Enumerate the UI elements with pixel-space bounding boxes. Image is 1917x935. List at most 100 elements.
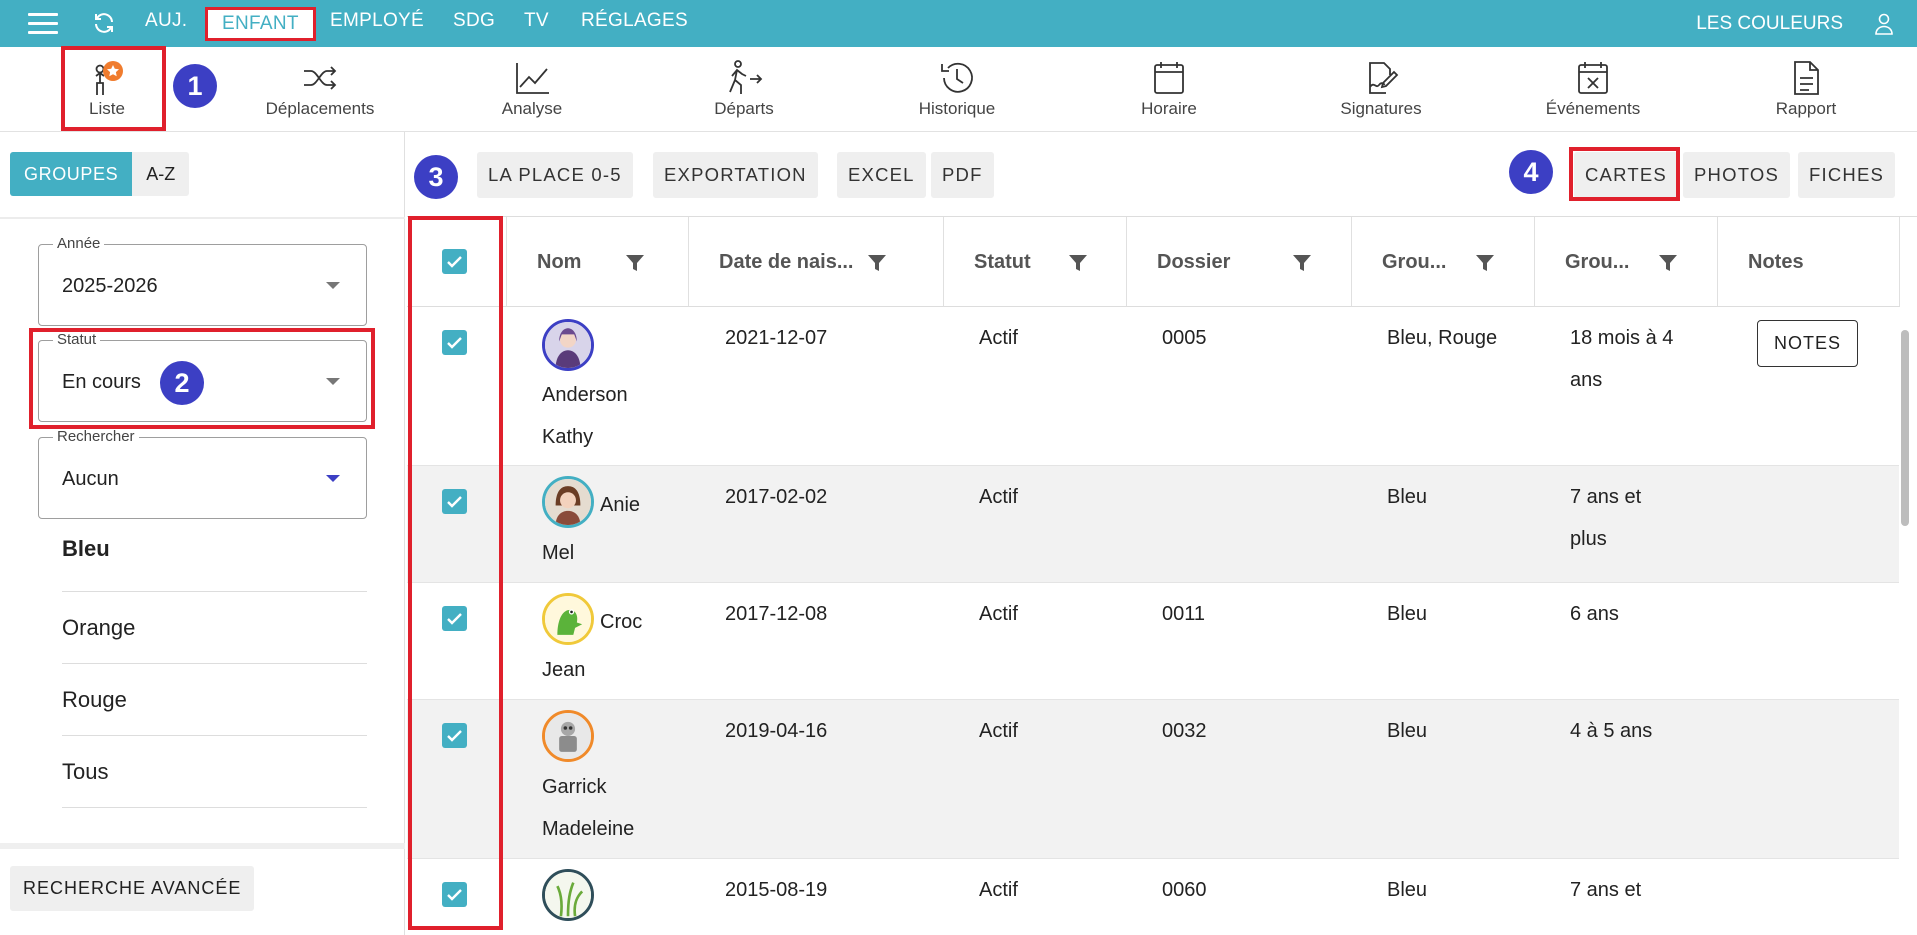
history-icon: [941, 62, 973, 93]
sub-toolbar: Liste Déplacements Analyse Départs Histo…: [0, 47, 1917, 132]
child-first-name: Garrick: [542, 776, 607, 798]
child-dossier: 0032: [1162, 720, 1207, 742]
divider: [0, 843, 405, 849]
child-statut: Actif: [979, 720, 1018, 742]
photos-button[interactable]: PHOTOS: [1683, 152, 1790, 198]
action-bar: LA PLACE 0-5 EXPORTATION EXCEL PDF CARTE…: [407, 132, 1917, 217]
annee-label: Année: [53, 235, 105, 252]
refresh-icon[interactable]: [92, 11, 116, 35]
fiches-button[interactable]: FICHES: [1798, 152, 1896, 198]
group-item-orange[interactable]: Orange: [62, 592, 367, 664]
child-dob: 2019-04-16: [725, 720, 828, 742]
column-title: Grou...: [1382, 251, 1447, 273]
child-last-name: Madeleine: [542, 818, 635, 840]
column-title: Nom: [537, 251, 582, 273]
az-toggle[interactable]: A-Z: [132, 152, 190, 196]
org-name[interactable]: LES COULEURS: [1696, 13, 1843, 35]
annee-value: 2025-2026: [62, 275, 158, 297]
table-row[interactable]: Anie Mel 2017-02-02 Actif Bleu 7 ans et …: [407, 466, 1900, 583]
user-icon[interactable]: [1874, 13, 1894, 35]
subnav-label: Départs: [714, 99, 774, 118]
table-row[interactable]: Croc Jean 2017-12-08 Actif 0011 Bleu 6 a…: [407, 583, 1900, 700]
column-title: Date de nais...: [719, 251, 854, 273]
exportation-button[interactable]: EXPORTATION: [653, 152, 818, 198]
child-last-name: Jean: [542, 659, 586, 681]
column-header-notes: Notes: [1718, 217, 1900, 307]
la-place-button[interactable]: LA PLACE 0-5: [477, 152, 633, 198]
app-window: AUJ. ENFANT EMPLOYÉ SDG TV RÉGLAGES LES …: [0, 0, 1917, 935]
subnav-label: Signatures: [1340, 99, 1422, 118]
child-age-group-cont: plus: [1570, 528, 1607, 550]
rechercher-select[interactable]: Rechercher Aucun: [38, 428, 367, 519]
signature-icon: [1369, 62, 1399, 94]
filter-icon[interactable]: [867, 253, 887, 273]
nav-sdg[interactable]: SDG: [453, 10, 495, 32]
child-dob: 2021-12-07: [725, 327, 828, 349]
column-header-groupe[interactable]: Grou...: [1352, 217, 1535, 307]
child-age-group: 7 ans et: [1570, 486, 1642, 508]
step-badge-2: 2: [160, 361, 204, 405]
column-header-date[interactable]: Date de nais...: [689, 217, 944, 307]
nav-enfant[interactable]: ENFANT: [205, 7, 316, 41]
subnav-label: Déplacements: [265, 99, 375, 118]
excel-button[interactable]: EXCEL: [837, 152, 926, 198]
child-groupe: Bleu, Rouge: [1387, 327, 1498, 349]
filter-icon[interactable]: [1475, 253, 1495, 273]
child-first-name: Anderson: [542, 384, 628, 406]
child-dob: 2017-12-08: [725, 603, 828, 625]
column-header-groupe-age[interactable]: Grou...: [1535, 217, 1718, 307]
filter-icon[interactable]: [1658, 253, 1678, 273]
subnav-label: Rapport: [1775, 99, 1837, 118]
subnav-departs[interactable]: Départs: [654, 59, 834, 127]
view-toggle: GROUPES A-Z: [10, 152, 190, 196]
subnav-label: Événements: [1545, 99, 1641, 118]
table-row[interactable]: Garrick Madeleine 2019-04-16 Actif 0032 …: [407, 700, 1900, 859]
child-last-name: Kathy: [542, 426, 594, 448]
child-statut: Actif: [979, 879, 1018, 901]
group-item-rouge[interactable]: Rouge: [62, 664, 367, 736]
table-row[interactable]: 2015-08-19 Actif 0060 Bleu 7 ans et: [407, 859, 1900, 935]
scrollbar-thumb[interactable]: [1901, 330, 1909, 526]
advanced-search-button[interactable]: RECHERCHE AVANCÉE: [10, 866, 255, 911]
step-badge-4: 4: [1509, 150, 1553, 194]
column-header-dossier[interactable]: Dossier: [1127, 217, 1352, 307]
line-chart-icon: [516, 63, 549, 94]
group-item-tous[interactable]: Tous: [62, 736, 367, 808]
child-age-group: 6 ans: [1570, 603, 1619, 625]
subnav-rapport[interactable]: Rapport: [1716, 59, 1896, 127]
column-header-statut[interactable]: Statut: [944, 217, 1127, 307]
highlight-box-liste: [61, 46, 166, 131]
subnav-evenements[interactable]: Événements: [1503, 59, 1683, 127]
notes-button[interactable]: NOTES: [1757, 320, 1859, 367]
nav-reglages[interactable]: RÉGLAGES: [581, 10, 688, 32]
nav-auj[interactable]: AUJ.: [145, 10, 187, 32]
child-dob: 2015-08-19: [725, 879, 828, 901]
chevron-down-icon: [326, 475, 340, 482]
group-item-bleu[interactable]: Bleu: [62, 528, 367, 592]
subnav-signatures[interactable]: Signatures: [1291, 59, 1471, 127]
nav-tv[interactable]: TV: [524, 10, 549, 32]
filter-icon[interactable]: [1292, 253, 1312, 273]
child-age-group: 4 à 5 ans: [1570, 720, 1653, 742]
child-first-name: Croc: [600, 611, 643, 633]
groupes-toggle[interactable]: GROUPES: [10, 152, 133, 196]
annee-select[interactable]: Année 2025-2026: [38, 235, 367, 326]
filter-icon[interactable]: [1068, 253, 1088, 273]
column-header-nom[interactable]: Nom: [507, 217, 689, 307]
subnav-deplacements[interactable]: Déplacements: [230, 59, 410, 127]
filter-icon[interactable]: [625, 253, 645, 273]
subnav-horaire[interactable]: Horaire: [1079, 59, 1259, 127]
column-title: Dossier: [1157, 251, 1231, 273]
calendar-x-icon: [1578, 62, 1608, 94]
child-groupe: Bleu: [1387, 486, 1428, 508]
avatar: [542, 869, 594, 921]
nav-employe[interactable]: EMPLOYÉ: [330, 10, 424, 32]
subnav-analyse[interactable]: Analyse: [442, 59, 622, 127]
pdf-button[interactable]: PDF: [931, 152, 994, 198]
child-first-name: Anie: [600, 494, 641, 516]
table-row[interactable]: Anderson Kathy 2021-12-07 Actif 0005 Ble…: [407, 307, 1900, 466]
subnav-label: Analyse: [501, 99, 563, 118]
subnav-historique[interactable]: Historique: [867, 59, 1047, 127]
subnav-label: Historique: [918, 99, 996, 118]
hamburger-menu-icon[interactable]: [28, 13, 58, 34]
